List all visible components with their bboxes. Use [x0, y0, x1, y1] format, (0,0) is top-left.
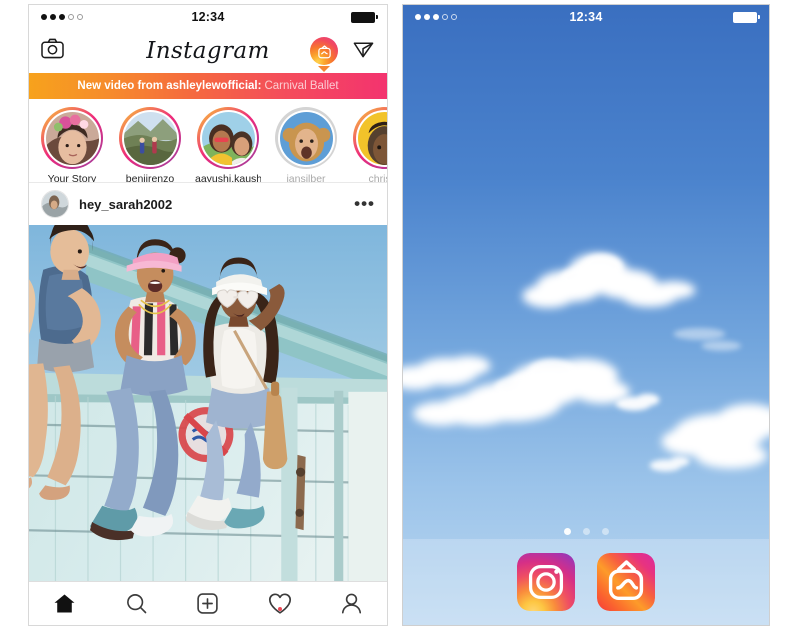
add-post-tab[interactable] — [172, 592, 244, 615]
left-status-bar: 12:34 — [29, 5, 387, 29]
page-dot[interactable] — [563, 528, 571, 535]
post-author-avatar[interactable] — [41, 190, 69, 218]
home-screen-page-dots[interactable] — [403, 528, 769, 535]
activity-tab[interactable] — [244, 592, 316, 615]
battery-icon — [351, 11, 378, 23]
story-item[interactable]: iansilber — [273, 107, 339, 183]
story-label: christe — [368, 173, 387, 183]
home-icon — [53, 592, 76, 615]
instagram-app-icon[interactable] — [517, 553, 575, 611]
right-status-bar: 12:34 — [403, 5, 769, 29]
status-bar-clock: 12:34 — [191, 10, 225, 24]
phone-left-instagram-feed: 12:34 Instagram New video from ashleylew… — [28, 4, 388, 626]
story-inner — [277, 109, 335, 167]
post-username[interactable]: hey_sarah2002 — [79, 197, 172, 212]
post-image[interactable] — [29, 225, 387, 581]
profile-tab[interactable] — [315, 592, 387, 615]
story-inner — [43, 109, 101, 167]
plus-square-icon — [196, 592, 219, 615]
page-dot[interactable] — [601, 528, 609, 535]
search-tab[interactable] — [101, 592, 173, 615]
post-header: hey_sarah2002 ••• — [29, 183, 387, 225]
send-paper-plane-icon[interactable] — [352, 37, 375, 65]
stories-tray[interactable]: Your Story benjirenzo aayushi.kaus iansi… — [29, 99, 387, 183]
story-ring — [275, 107, 337, 169]
person-icon — [340, 592, 363, 615]
phone-right-home-screen: 12:34 — [402, 4, 770, 626]
story-inner — [355, 109, 387, 167]
battery-icon — [733, 11, 760, 23]
heart-icon — [268, 592, 292, 615]
story-item[interactable]: aayushi.kaushik — [195, 107, 261, 183]
home-tab[interactable] — [29, 592, 101, 615]
status-bar-clock: 12:34 — [569, 10, 603, 24]
instagram-header: Instagram — [29, 29, 387, 73]
ios-home-screen: 12:34 — [403, 5, 769, 625]
bottom-tab-bar[interactable] — [29, 581, 387, 625]
story-label: aayushi.kaushik — [195, 173, 261, 183]
search-icon — [125, 592, 148, 615]
avatar — [357, 111, 387, 165]
igtv-icon[interactable] — [310, 37, 338, 65]
story-inner — [199, 109, 257, 167]
story-item[interactable]: christe — [351, 107, 387, 183]
story-label: iansilber — [286, 173, 326, 183]
ios-dock — [403, 539, 769, 625]
story-item[interactable]: Your Story — [39, 107, 105, 183]
story-ring — [119, 107, 181, 169]
banner-soft-text: Carnival Ballet — [264, 80, 339, 92]
activity-badge-dot — [277, 607, 282, 611]
banner-strong-text: New video from ashleylewofficial: — [77, 80, 262, 92]
igtv-app-icon[interactable] — [597, 553, 655, 611]
story-label: benjirenzo — [125, 173, 175, 183]
screenshot-stage: 12:34 Instagram New video from ashleylew… — [0, 0, 790, 630]
story-ring — [197, 107, 259, 169]
story-inner — [121, 109, 179, 167]
post-more-options-button[interactable]: ••• — [354, 195, 375, 212]
header-right-actions — [310, 37, 375, 65]
story-ring — [353, 107, 387, 169]
avatar — [123, 111, 177, 165]
story-label: Your Story — [47, 173, 97, 183]
avatar — [45, 111, 99, 165]
igtv-new-video-banner[interactable]: New video from ashleylewofficial: Carniv… — [29, 73, 387, 99]
story-item[interactable]: benjirenzo — [117, 107, 183, 183]
avatar — [279, 111, 333, 165]
avatar — [201, 111, 255, 165]
page-dot[interactable] — [582, 528, 590, 535]
story-ring — [41, 107, 103, 169]
